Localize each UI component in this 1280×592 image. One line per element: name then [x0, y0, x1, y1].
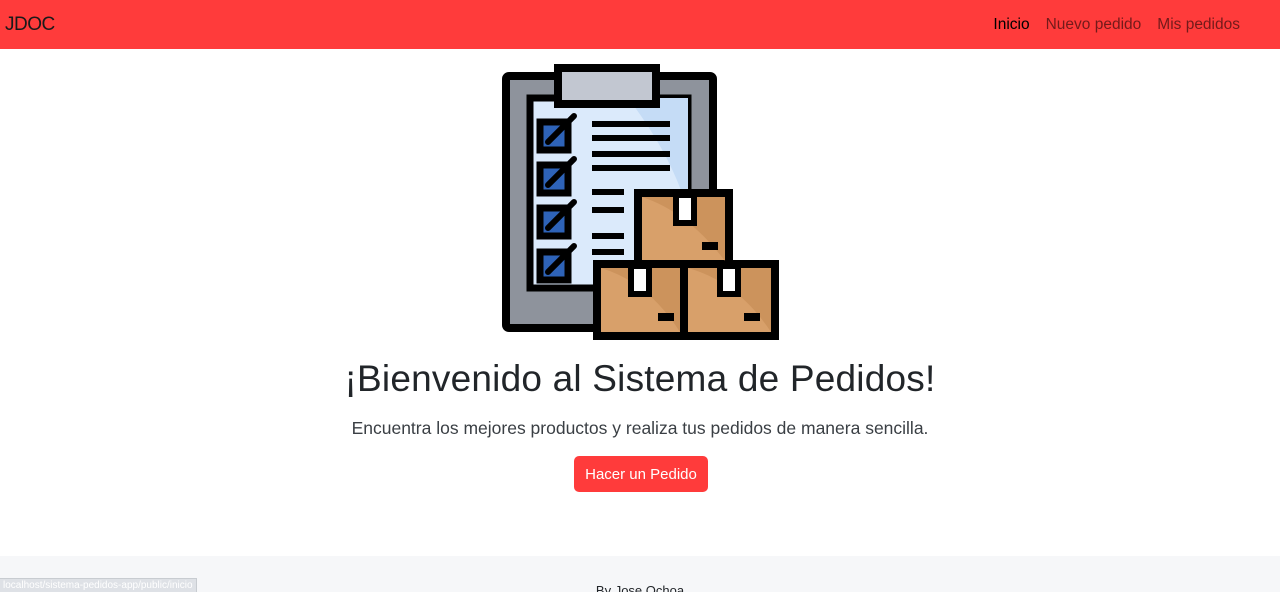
page-title: ¡Bienvenido al Sistema de Pedidos! — [344, 358, 936, 399]
navbar: JDOC Inicio Nuevo pedido Mis pedidos — [0, 0, 1280, 49]
page-subtitle: Encuentra los mejores productos y realiz… — [351, 418, 929, 438]
make-order-button[interactable]: Hacer un Pedido — [574, 456, 708, 492]
nav-link-nuevo-pedido[interactable]: Nuevo pedido — [1038, 16, 1150, 34]
footer-credit: By Jose Ochoa — [595, 583, 685, 592]
nav-links: Inicio Nuevo pedido Mis pedidos — [985, 16, 1240, 34]
nav-link-inicio[interactable]: Inicio — [985, 16, 1037, 34]
brand-link[interactable]: JDOC — [5, 14, 55, 36]
clipboard-checklist-boxes-icon — [498, 62, 782, 344]
status-bar-url: localhost/sistema-pedidos-app/public/ini… — [0, 578, 197, 592]
nav-link-mis-pedidos[interactable]: Mis pedidos — [1149, 16, 1240, 34]
